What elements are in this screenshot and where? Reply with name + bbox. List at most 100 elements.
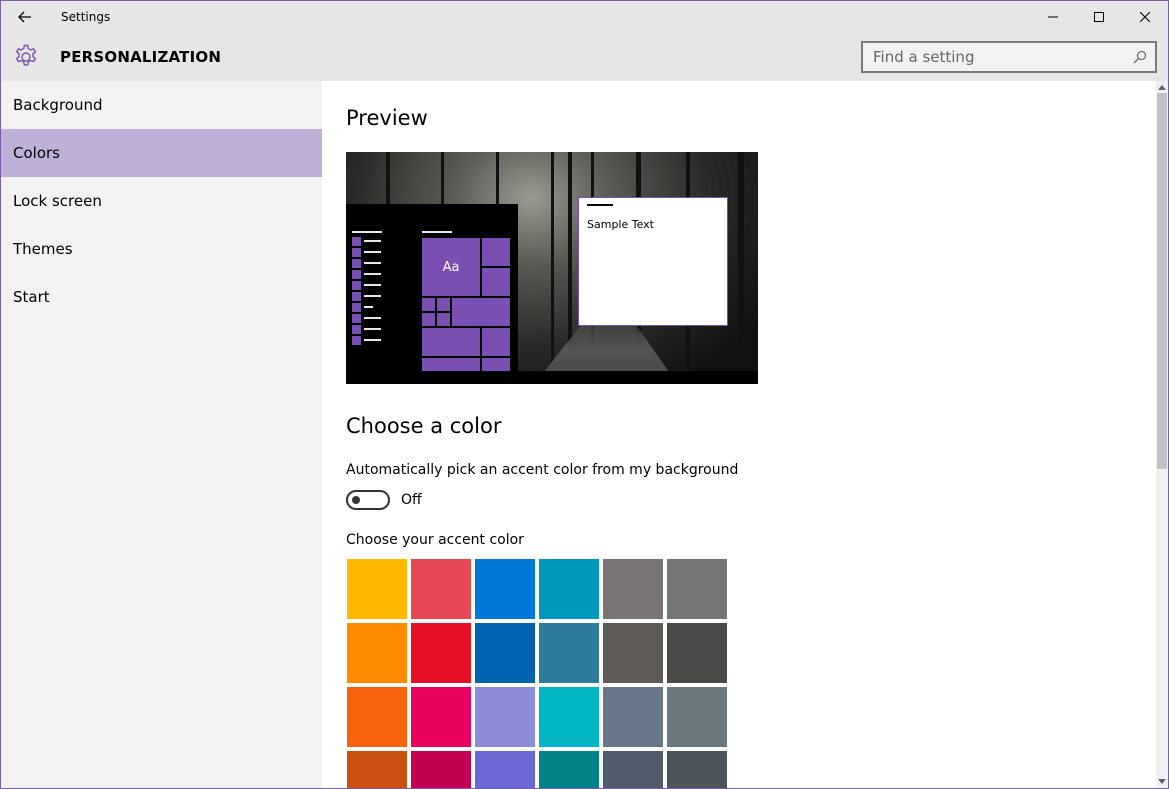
preview-tile <box>481 267 511 297</box>
preview-tree <box>738 152 744 384</box>
sidebar-item-background[interactable]: Background <box>1 81 322 129</box>
preview-menu-icon <box>352 270 361 279</box>
accent-color-swatch[interactable] <box>475 687 535 747</box>
accent-color-swatch[interactable] <box>603 623 663 683</box>
accent-color-swatch[interactable] <box>347 623 407 683</box>
preview-menu-line <box>364 251 381 253</box>
accent-color-swatch[interactable] <box>603 751 663 788</box>
choose-color-heading: Choose a color <box>346 414 502 438</box>
preview-menu-icon <box>352 292 361 301</box>
preview-start-menu: Aa <box>346 204 518 384</box>
accent-color-swatch[interactable] <box>603 687 663 747</box>
accent-color-swatch[interactable] <box>475 559 535 619</box>
accent-color-swatch[interactable] <box>539 751 599 788</box>
sidebar-item-colors[interactable]: Colors <box>1 129 322 177</box>
preview-menu-line <box>364 306 373 308</box>
minimize-icon <box>1048 16 1058 18</box>
preview-tree <box>551 152 554 384</box>
accent-color-swatch[interactable] <box>411 751 471 788</box>
preview-tile <box>436 312 451 327</box>
sidebar-nav: Background Colors Lock screen Themes Sta… <box>1 81 322 788</box>
main-scrollbar[interactable] <box>1156 81 1168 788</box>
accent-color-swatch[interactable] <box>347 559 407 619</box>
preview-menu-line <box>364 273 381 275</box>
accent-color-swatch[interactable] <box>667 687 727 747</box>
theme-preview: Aa Sample Text <box>346 152 758 384</box>
preview-menu-icon <box>352 314 361 323</box>
toggle-state-label: Off <box>401 492 422 508</box>
minimize-button[interactable] <box>1030 1 1076 33</box>
close-icon <box>1140 12 1150 22</box>
search-input[interactable] <box>863 48 1123 66</box>
accent-color-label: Choose your accent color <box>346 532 524 548</box>
preview-tile <box>421 297 436 312</box>
preview-menu-icon <box>352 336 361 345</box>
scroll-thumb[interactable] <box>1157 93 1167 469</box>
settings-window: Settings PERSONALIZATION Find a setting … <box>0 0 1169 789</box>
app-title: Settings <box>61 10 111 24</box>
scroll-down-icon <box>1158 778 1166 784</box>
accent-color-swatch[interactable] <box>411 687 471 747</box>
preview-menu-line <box>352 231 382 233</box>
title-bar: Settings <box>1 1 1168 33</box>
preview-menu-icon <box>352 303 361 312</box>
page-header: PERSONALIZATION <box>1 33 1168 81</box>
preview-menu-line <box>364 295 381 297</box>
preview-tile <box>451 297 511 327</box>
preview-menu-line <box>364 284 381 286</box>
preview-menu-icon <box>352 281 361 290</box>
preview-tile <box>481 327 511 357</box>
accent-color-swatch[interactable] <box>539 559 599 619</box>
close-button[interactable] <box>1122 1 1168 33</box>
accent-color-swatch[interactable] <box>411 623 471 683</box>
accent-color-swatch[interactable] <box>539 623 599 683</box>
preview-tree <box>386 152 390 212</box>
search-icon[interactable] <box>1133 50 1147 64</box>
preview-tree <box>441 152 444 207</box>
accent-color-swatch[interactable] <box>539 687 599 747</box>
preview-menu-icon <box>352 325 361 334</box>
sidebar-item-themes[interactable]: Themes <box>1 225 322 273</box>
preview-menu-line <box>364 262 381 264</box>
preview-tiles-header <box>422 231 452 233</box>
preview-tile-large: Aa <box>421 237 481 297</box>
accent-color-swatch[interactable] <box>411 559 471 619</box>
accent-color-swatch[interactable] <box>475 623 535 683</box>
accent-color-swatch[interactable] <box>667 623 727 683</box>
preview-tile <box>436 297 451 312</box>
maximize-button[interactable] <box>1076 1 1122 33</box>
sidebar-item-start[interactable]: Start <box>1 273 322 321</box>
scroll-up-button[interactable] <box>1156 81 1168 93</box>
main-content: Preview Aa Sample Text Choose a color Au… <box>322 81 1156 788</box>
preview-sample-window: Sample Text <box>578 197 728 326</box>
preview-tile <box>481 237 511 267</box>
accent-color-swatch[interactable] <box>347 751 407 788</box>
sidebar-item-lock-screen[interactable]: Lock screen <box>1 177 322 225</box>
preview-sample-text: Sample Text <box>587 218 654 231</box>
preview-tile <box>481 357 511 372</box>
preview-menu-line <box>364 339 381 341</box>
maximize-icon <box>1094 12 1104 22</box>
preview-menu-icon <box>352 259 361 268</box>
preview-heading: Preview <box>346 106 428 130</box>
preview-menu-line <box>364 328 381 330</box>
back-button[interactable] <box>1 1 49 33</box>
preview-menu-line <box>364 240 381 242</box>
auto-accent-toggle[interactable] <box>346 490 390 510</box>
scroll-up-icon <box>1158 84 1166 90</box>
accent-color-swatch[interactable] <box>347 687 407 747</box>
accent-color-swatch[interactable] <box>667 751 727 788</box>
search-box[interactable] <box>861 41 1157 73</box>
accent-color-swatch[interactable] <box>475 751 535 788</box>
page-title: PERSONALIZATION <box>60 48 222 66</box>
preview-window-titlebar <box>587 204 613 206</box>
accent-color-swatch[interactable] <box>667 559 727 619</box>
auto-pick-label: Automatically pick an accent color from … <box>346 462 739 478</box>
scroll-down-button[interactable] <box>1156 774 1168 788</box>
toggle-knob <box>352 496 360 504</box>
accent-color-swatch[interactable] <box>603 559 663 619</box>
preview-tile-text: Aa <box>442 259 460 275</box>
preview-tile <box>421 312 436 327</box>
preview-tile <box>421 357 481 372</box>
preview-tile <box>421 327 481 357</box>
